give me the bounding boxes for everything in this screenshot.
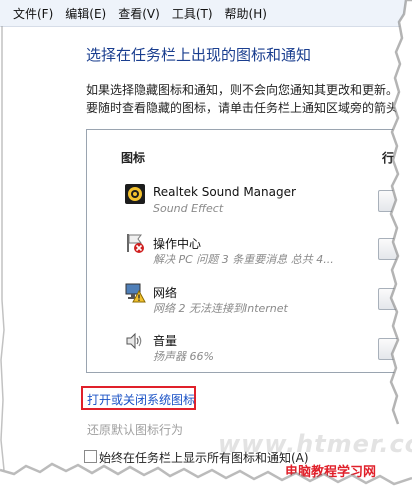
menu-view[interactable]: 查看(V) — [105, 5, 160, 22]
behavior-select-network[interactable] — [378, 288, 410, 310]
network-warning-icon — [125, 283, 146, 303]
row-sub-volume: 扬声器 66% — [153, 350, 214, 363]
behavior-select-realtek[interactable] — [378, 190, 410, 212]
behavior-select-volume[interactable] — [378, 338, 410, 360]
row-name-action-center: 操作中心 — [153, 237, 202, 251]
show-all-icons-checkbox[interactable] — [84, 450, 97, 463]
row-name-realtek: Realtek Sound Manager — [153, 185, 296, 199]
menu-tools[interactable]: 工具(T) — [159, 5, 213, 22]
row-sub-realtek: Sound Effect — [153, 202, 224, 215]
action-center-flag-icon — [127, 234, 144, 253]
row-sub-network: 网络 2 无法连接到Internet — [153, 302, 288, 315]
column-header-behavior: 行为 — [382, 151, 407, 165]
column-header-icons: 图标 — [121, 151, 146, 165]
show-all-icons-label: 始终在任务栏上显示所有图标和通知(A) — [99, 451, 309, 465]
menu-file[interactable]: 文件(F) — [0, 5, 53, 22]
menu-help[interactable]: 帮助(H) — [212, 5, 267, 22]
page-title: 选择在任务栏上出现的图标和通知 — [86, 46, 312, 64]
behavior-select-action-center[interactable] — [378, 238, 410, 260]
row-name-volume: 音量 — [153, 334, 178, 348]
menu-edit[interactable]: 编辑(E) — [52, 5, 106, 22]
volume-icon — [126, 332, 142, 350]
system-icons-link[interactable]: 打开或关闭系统图标 — [87, 391, 195, 408]
row-sub-action-center: 解决 PC 问题 3 条重要消息 总共 4... — [153, 253, 334, 266]
speaker-device-icon — [125, 184, 145, 204]
control-panel-window: 文件(F) 编辑(E) 查看(V) 工具(T) 帮助(H) 选择在任务栏上出现的… — [0, 0, 412, 487]
menu-bar: 文件(F) 编辑(E) 查看(V) 工具(T) 帮助(H) — [0, 0, 412, 27]
site-label: 电脑教程学习网 — [285, 465, 377, 480]
page-description: 如果选择隐藏图标和通知，则不会向您通知其更改和更新。若要随时查看隐藏的图标，请单… — [86, 83, 411, 115]
row-name-network: 网络 — [153, 286, 178, 300]
restore-defaults-link[interactable]: 还原默认图标行为 — [87, 421, 183, 438]
